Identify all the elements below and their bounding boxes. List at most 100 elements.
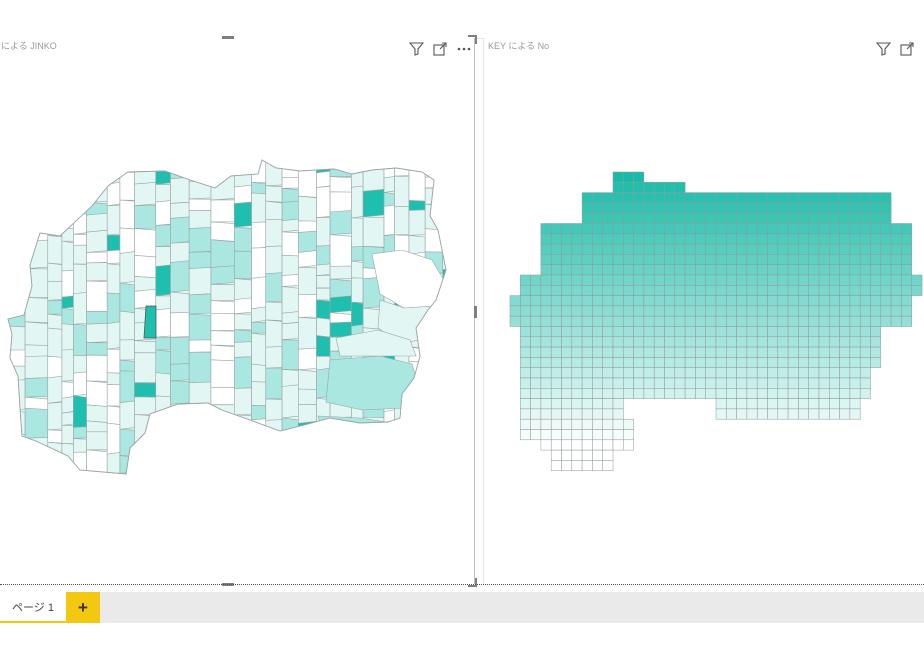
grid-cell[interactable] bbox=[653, 223, 665, 235]
grid-cell[interactable] bbox=[705, 305, 717, 317]
grid-cell[interactable] bbox=[746, 408, 758, 420]
grid-cell[interactable] bbox=[849, 346, 861, 358]
grid-cell[interactable] bbox=[571, 377, 583, 389]
map-district[interactable] bbox=[316, 426, 331, 454]
grid-cell[interactable] bbox=[849, 223, 861, 235]
grid-cell[interactable] bbox=[653, 346, 665, 358]
grid-cell[interactable] bbox=[581, 274, 593, 286]
grid-cell[interactable] bbox=[767, 357, 779, 368]
grid-cell[interactable] bbox=[674, 315, 686, 327]
map-district[interactable] bbox=[188, 430, 212, 452]
grid-cell[interactable] bbox=[612, 367, 624, 379]
map-district[interactable] bbox=[329, 210, 352, 235]
grid-cell[interactable] bbox=[623, 182, 634, 193]
grid-cell[interactable] bbox=[571, 388, 583, 399]
grid-cell[interactable] bbox=[705, 254, 717, 265]
grid-cell[interactable] bbox=[746, 346, 758, 358]
grid-cell[interactable] bbox=[530, 326, 542, 338]
map-district[interactable] bbox=[251, 322, 267, 334]
map-district[interactable] bbox=[442, 156, 452, 182]
grid-cell[interactable] bbox=[767, 192, 779, 204]
grid-cell[interactable] bbox=[592, 439, 603, 451]
grid-cell[interactable] bbox=[849, 264, 861, 276]
map-district[interactable] bbox=[73, 156, 87, 182]
grid-cell[interactable] bbox=[643, 357, 655, 368]
map-district[interactable] bbox=[134, 254, 157, 279]
grid-cell[interactable] bbox=[571, 418, 583, 430]
grid-cell[interactable] bbox=[664, 243, 676, 255]
grid-cell[interactable] bbox=[849, 408, 861, 420]
grid-cell[interactable] bbox=[520, 285, 531, 296]
grid-cell[interactable] bbox=[571, 254, 583, 265]
grid-cell[interactable] bbox=[767, 346, 779, 358]
grid-cell[interactable] bbox=[581, 212, 593, 224]
map-district[interactable] bbox=[442, 211, 452, 242]
grid-cell[interactable] bbox=[798, 254, 809, 265]
grid-cell[interactable] bbox=[643, 223, 655, 235]
grid-cell[interactable] bbox=[746, 212, 758, 224]
map-district[interactable] bbox=[298, 230, 317, 253]
map-district[interactable] bbox=[6, 473, 26, 498]
grid-cell[interactable] bbox=[715, 408, 727, 420]
map-district[interactable] bbox=[251, 470, 267, 502]
map-district[interactable] bbox=[47, 156, 63, 168]
map-district[interactable] bbox=[73, 233, 87, 246]
grid-cell[interactable] bbox=[849, 295, 861, 307]
grid-cell[interactable] bbox=[736, 243, 748, 255]
grid-cell[interactable] bbox=[561, 398, 573, 410]
grid-cell[interactable] bbox=[612, 315, 624, 327]
grid-cell[interactable] bbox=[715, 357, 727, 368]
map-district[interactable] bbox=[47, 235, 63, 265]
grid-cell[interactable] bbox=[540, 336, 552, 348]
map-district[interactable] bbox=[155, 349, 171, 375]
grid-cell[interactable] bbox=[520, 408, 531, 420]
map-district[interactable] bbox=[234, 313, 252, 331]
grid-cell[interactable] bbox=[602, 460, 614, 471]
map-district[interactable] bbox=[351, 185, 364, 219]
grid-cell[interactable] bbox=[550, 449, 562, 461]
map-district[interactable] bbox=[6, 178, 26, 210]
grid-cell[interactable] bbox=[664, 305, 676, 317]
grid-cell[interactable] bbox=[602, 388, 614, 399]
grid-cell[interactable] bbox=[561, 264, 573, 276]
grid-cell[interactable] bbox=[880, 264, 892, 276]
grid-cell[interactable] bbox=[684, 388, 696, 399]
grid-cell[interactable] bbox=[623, 315, 634, 327]
grid-cell[interactable] bbox=[581, 408, 593, 420]
map-district[interactable] bbox=[281, 433, 299, 459]
grid-cell[interactable] bbox=[829, 408, 840, 420]
grid-cell[interactable] bbox=[777, 408, 789, 420]
grid-cell[interactable] bbox=[818, 398, 830, 410]
grid-cell[interactable] bbox=[561, 388, 573, 399]
map-district[interactable] bbox=[281, 274, 299, 287]
grid-cell[interactable] bbox=[664, 233, 676, 245]
grid-cell[interactable] bbox=[550, 254, 562, 265]
grid-cell[interactable] bbox=[530, 305, 542, 317]
grid-cell[interactable] bbox=[684, 264, 696, 276]
grid-cell[interactable] bbox=[623, 202, 634, 214]
grid-cell[interactable] bbox=[839, 264, 851, 276]
grid-cell[interactable] bbox=[684, 192, 696, 204]
grid-cell[interactable] bbox=[540, 243, 552, 255]
grid-cell[interactable] bbox=[839, 243, 851, 255]
map-district[interactable] bbox=[119, 310, 135, 343]
grid-cell[interactable] bbox=[849, 367, 861, 379]
grid-cell[interactable] bbox=[798, 346, 809, 358]
map-district[interactable] bbox=[351, 260, 364, 280]
grid-cell[interactable] bbox=[901, 285, 912, 296]
grid-cell[interactable] bbox=[571, 326, 583, 338]
map-district[interactable] bbox=[119, 282, 135, 314]
grid-cell[interactable] bbox=[684, 212, 696, 224]
map-district[interactable] bbox=[424, 357, 444, 373]
map-district[interactable] bbox=[24, 407, 49, 440]
grid-cell[interactable] bbox=[715, 398, 727, 410]
grid-cell[interactable] bbox=[592, 336, 603, 348]
map-district[interactable] bbox=[61, 323, 74, 352]
grid-cell[interactable] bbox=[726, 305, 737, 317]
grid-cell[interactable] bbox=[643, 315, 655, 327]
grid-cell[interactable] bbox=[643, 243, 655, 255]
grid-cell[interactable] bbox=[818, 192, 830, 204]
grid-cell[interactable] bbox=[581, 449, 593, 461]
grid-cell[interactable] bbox=[571, 305, 583, 317]
grid-cell[interactable] bbox=[695, 315, 706, 327]
